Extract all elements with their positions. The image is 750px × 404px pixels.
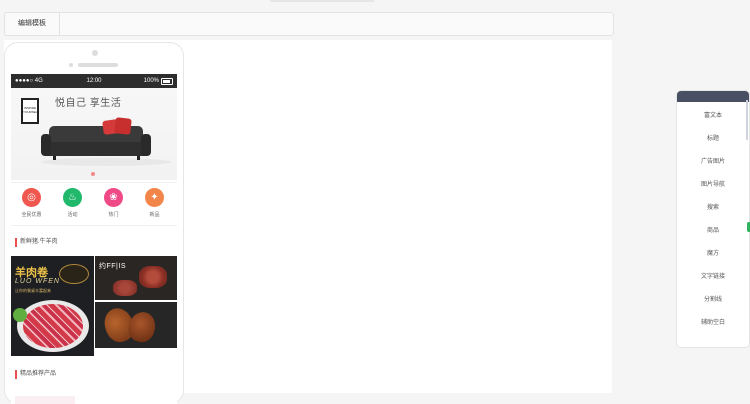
- nav-label: 全民优惠: [21, 212, 42, 218]
- banner-title: 悦自己 享生活: [55, 98, 122, 109]
- component-panel-header: [677, 91, 749, 102]
- product-subtitle: LUO WFEN: [15, 278, 60, 285]
- component-panel: 富文本 标题 广告图片 图片导航 搜索 商品 魔方 文字链接 分割线 辅助空白: [676, 90, 750, 348]
- lamb-slices: [23, 304, 83, 348]
- product-image-steak[interactable]: 约FF|IS: [95, 256, 177, 300]
- nav-label: 新品: [149, 212, 160, 218]
- product-image-lamb-roll[interactable]: 羊肉卷 LUO WFEN 让你的餐桌丰富起来: [11, 256, 94, 356]
- sofa-seat: [45, 142, 147, 156]
- top-progress-line: [270, 0, 374, 2]
- nav-label: 热门: [108, 212, 119, 218]
- battery-icon: [161, 78, 173, 85]
- sofa-arm: [41, 134, 51, 156]
- sofa-arm: [141, 134, 151, 156]
- product-image-roast-duck[interactable]: [95, 302, 177, 348]
- nav-item-hot[interactable]: ❀ 热门: [93, 188, 134, 222]
- activity-icon: ♨: [63, 188, 82, 207]
- section-title-fresh-meat: 新鲜猪.牛羊肉: [11, 234, 177, 250]
- phone-screen: ●●●●○ 4G 12:00 100% INSPIRE YOURSELF 悦自己…: [11, 74, 177, 404]
- nav-item-discount[interactable]: ◎ 全民优惠: [11, 188, 52, 222]
- tab-edit-template[interactable]: 编辑模板: [5, 13, 60, 35]
- editor-toolbar: 编辑模板: [4, 12, 614, 36]
- phone-camera: [92, 50, 98, 56]
- phone-speaker: [78, 63, 118, 67]
- sofa-leg: [137, 156, 140, 160]
- phone-sensor: [69, 63, 73, 67]
- component-rich-text[interactable]: 富文本: [677, 105, 749, 127]
- section-accent-bar: [15, 238, 17, 247]
- component-title[interactable]: 标题: [677, 128, 749, 150]
- sofa-shadow: [41, 158, 171, 166]
- banner-carousel[interactable]: INSPIRE YOURSELF 悦自己 享生活: [11, 88, 177, 180]
- carousel-dot[interactable]: [91, 172, 95, 176]
- battery-level: 100%: [143, 78, 159, 84]
- panel-scrollbar[interactable]: [746, 100, 748, 140]
- component-blank-space[interactable]: 辅助空白: [677, 312, 749, 334]
- seal-icon: [59, 264, 89, 284]
- pillow: [114, 117, 132, 135]
- product-strip: [15, 396, 75, 404]
- section-title-text: 精品推荐产品: [20, 371, 57, 377]
- icon-navigation: ◎ 全民优惠 ♨ 活动 ❀ 热门 ✦ 新品: [11, 182, 177, 226]
- steak: [139, 266, 167, 288]
- hot-icon: ❀: [104, 188, 123, 207]
- sofa-leg: [53, 156, 56, 160]
- component-ad-image[interactable]: 广告图片: [677, 151, 749, 173]
- component-image-nav[interactable]: 图片导航: [677, 174, 749, 196]
- nav-item-new[interactable]: ✦ 新品: [134, 188, 175, 222]
- roast-duck: [125, 309, 159, 345]
- section-accent-bar: [15, 370, 17, 379]
- component-divider[interactable]: 分割线: [677, 289, 749, 311]
- nav-label: 活动: [67, 212, 78, 218]
- product-title: 约FF|IS: [99, 263, 126, 270]
- wall-frame-image: INSPIRE YOURSELF: [21, 98, 39, 124]
- component-cube[interactable]: 魔方: [677, 243, 749, 265]
- product-tagline: 让你的餐桌丰富起来: [15, 288, 51, 293]
- new-icon: ✦: [145, 188, 164, 207]
- steak: [113, 280, 137, 296]
- section-title-recommended: 精品推荐产品: [11, 366, 177, 382]
- nav-item-activity[interactable]: ♨ 活动: [52, 188, 93, 222]
- section-title-text: 新鲜猪.牛羊肉: [20, 239, 58, 245]
- phone-preview: ●●●●○ 4G 12:00 100% INSPIRE YOURSELF 悦自己…: [4, 42, 184, 404]
- component-product[interactable]: 商品: [677, 220, 749, 242]
- status-bar: ●●●●○ 4G 12:00 100%: [11, 74, 177, 88]
- lettuce-garnish: [13, 308, 27, 322]
- component-search[interactable]: 搜索: [677, 197, 749, 219]
- component-text-link[interactable]: 文字链接: [677, 266, 749, 288]
- discount-icon: ◎: [22, 188, 41, 207]
